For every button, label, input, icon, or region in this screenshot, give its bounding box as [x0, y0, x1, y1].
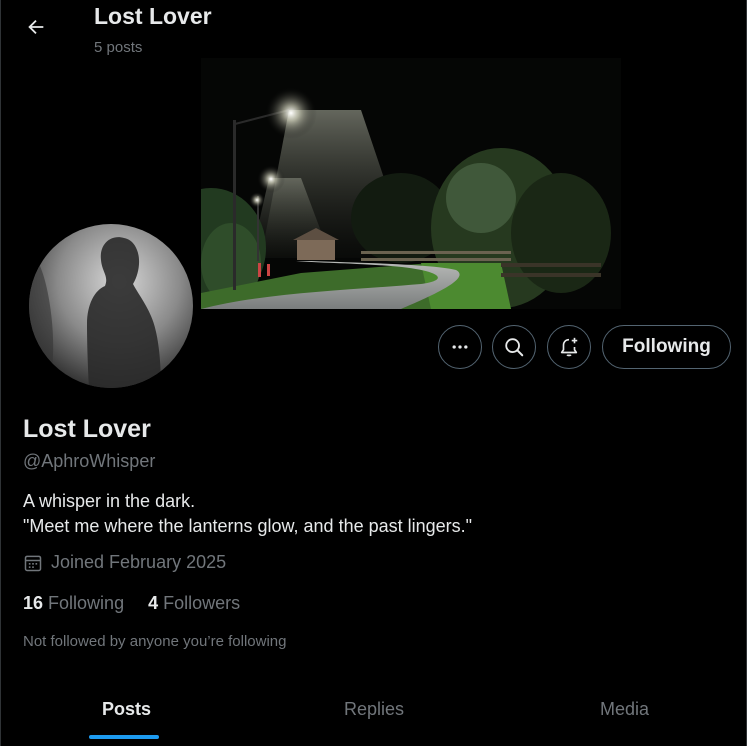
profile-page: Lost Lover 5 posts Following Lost Lover …: [0, 0, 747, 746]
following-label: Following: [48, 593, 125, 613]
avatar-image: [29, 224, 193, 388]
search-icon: [505, 338, 524, 357]
followers-stat[interactable]: 4 Followers: [148, 593, 240, 614]
tab-media[interactable]: Media: [600, 699, 649, 720]
calendar-icon: [24, 555, 42, 571]
following-stat[interactable]: 16 Following: [23, 593, 124, 614]
not-followed-note: Not followed by anyone you’re following: [23, 633, 287, 650]
banner-image: [201, 58, 621, 309]
header-title: Lost Lover: [94, 3, 212, 29]
profile-tabs: Posts Replies Media: [1, 685, 747, 746]
more-button[interactable]: [438, 325, 482, 369]
joined-text: Joined February 2025: [51, 552, 227, 572]
profile-banner[interactable]: [201, 58, 621, 309]
followers-label: Followers: [163, 593, 241, 613]
bell-plus-icon: [560, 337, 578, 357]
tab-replies[interactable]: Replies: [344, 699, 404, 720]
search-button[interactable]: [492, 325, 536, 369]
more-icon: [452, 345, 468, 349]
arrow-left-icon: [28, 19, 44, 35]
following-count: 16: [23, 593, 44, 613]
bio-line-1: A whisper in the dark.: [23, 491, 196, 511]
profile-avatar[interactable]: [25, 220, 197, 392]
bio: A whisper in the dark. "Meet me where th…: [23, 489, 472, 539]
notify-button[interactable]: [547, 325, 591, 369]
back-button[interactable]: [19, 10, 53, 44]
following-button[interactable]: Following: [602, 325, 731, 369]
tab-posts[interactable]: Posts: [102, 699, 151, 720]
bio-line-2: "Meet me where the lanterns glow, and th…: [23, 516, 473, 536]
active-tab-indicator: [89, 735, 159, 739]
user-handle: @AphroWhisper: [23, 451, 156, 471]
follow-stats: 16 Following 4 Followers: [23, 593, 240, 614]
joined-date: Joined February 2025: [23, 552, 226, 573]
display-name: Lost Lover: [23, 415, 151, 443]
followers-count: 4: [148, 593, 159, 613]
header-post-count: 5 posts: [94, 39, 143, 56]
